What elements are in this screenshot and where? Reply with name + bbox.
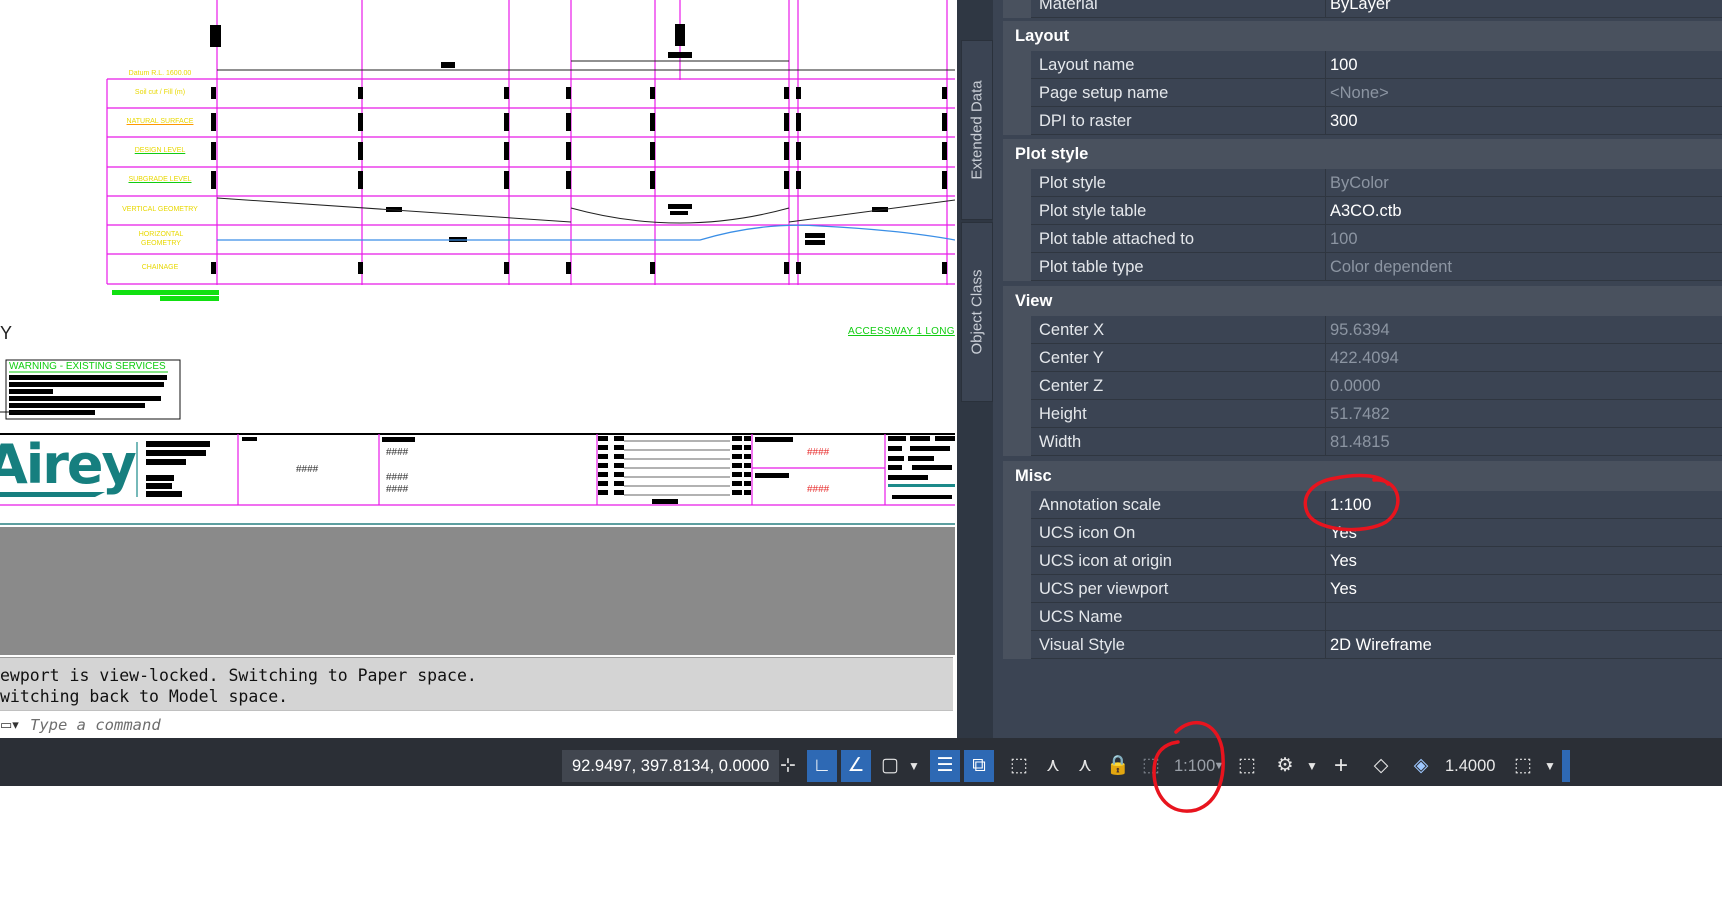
property-row-ucs-icon-at-origin[interactable]: UCS icon at origin Yes [1031, 547, 1722, 575]
property-row-center-x[interactable]: Center X 95.6394 [1031, 316, 1722, 344]
property-row-height[interactable]: Height 51.7482 [1031, 400, 1722, 428]
property-row-page-setup-name[interactable]: Page setup name <None> [1031, 79, 1722, 107]
selection-cycling-icon[interactable]: ⬚ [1004, 750, 1034, 782]
property-row-visual-style[interactable]: Visual Style 2D Wireframe [1031, 631, 1722, 659]
row-label-cut-fill: Soil cut / Fill (m) [134, 89, 186, 96]
annotation-scale-dropdown[interactable]: 1:100 [1174, 750, 1215, 782]
title-block-field: #### [296, 464, 319, 475]
lock-icon[interactable]: 🔒 [1103, 750, 1133, 782]
command-history-line: ewport is view-locked. Switching to Pape… [0, 666, 477, 685]
property-row-plot-style[interactable]: Plot style ByColor [1031, 169, 1722, 197]
command-history: ewport is view-locked. Switching to Pape… [0, 657, 953, 710]
property-row-center-z[interactable]: Center Z 0.0000 [1031, 372, 1722, 400]
command-placeholder: Type a command [30, 716, 161, 734]
property-row-layout-name[interactable]: Layout name 100 [1031, 51, 1722, 79]
company-logo: Airey [0, 433, 137, 496]
tab-extended-data[interactable]: Extended Data [961, 40, 993, 220]
property-row-plot-table-attached-to[interactable]: Plot table attached to 100 [1031, 225, 1722, 253]
maximize-viewport-icon[interactable]: ⬚ [1232, 750, 1262, 782]
tab-object-class[interactable]: Object Class [961, 222, 993, 402]
property-row-annotation-scale[interactable]: Annotation scale 1:100 [1031, 491, 1722, 519]
chevron-down-icon[interactable]: ▼ [1540, 750, 1560, 782]
auto-scale-icon[interactable]: ⋏ [1070, 750, 1100, 782]
property-row-plot-table-type[interactable]: Plot table type Color dependent [1031, 253, 1722, 281]
lineweight-icon[interactable]: ☰ [930, 750, 960, 782]
chevron-down-icon[interactable]: ▼ [1302, 750, 1322, 782]
gear-icon[interactable]: ⚙ [1270, 750, 1300, 782]
row-label-design-level: DESIGN LEVEL [134, 147, 186, 154]
ortho-mode-icon[interactable]: ∟ [807, 750, 837, 782]
warning-title: WARNING - EXISTING SERVICES [9, 361, 166, 372]
layers-icon[interactable]: ◈ [1406, 750, 1436, 782]
row-label-datum: Datum R.L. 1600.00 [128, 70, 192, 77]
property-row-width[interactable]: Width 81.4815 [1031, 428, 1722, 456]
property-row-plot-style-table[interactable]: Plot style table A3CO.ctb [1031, 197, 1722, 225]
annotation-visibility-icon[interactable]: ⋏ [1038, 750, 1068, 782]
palette-side-tabs: Extended Data Object Class [957, 0, 993, 738]
isometric-drafting-icon[interactable]: ▢ [875, 750, 905, 782]
infer-constraints-icon[interactable]: ⊹ [773, 750, 803, 782]
title-block-field-red: #### [807, 484, 830, 495]
desktop-background [0, 786, 1722, 898]
property-row-material[interactable]: Material ByLayer [1031, 0, 1722, 18]
property-row-ucs-per-viewport[interactable]: UCS per viewport Yes [1031, 575, 1722, 603]
drawing-canvas[interactable]: Y Datum R.L. 1600.00 Soil cut / Fill (m)… [0, 0, 955, 525]
section-view[interactable]: View [1003, 286, 1722, 316]
row-label-chainage: CHAINAGE [141, 264, 179, 271]
title-block-field: #### [386, 472, 409, 483]
property-row-center-y[interactable]: Center Y 422.4094 [1031, 344, 1722, 372]
title-block-field-red: #### [807, 447, 830, 458]
status-bar: 92.9497, 397.8134, 0.0000 ⊹ ∟ ∠ ▢ ▼ ☰ ⧉ … [0, 746, 1722, 786]
accessway-title: ACCESSWAY 1 LONG [848, 326, 955, 337]
tag-icon[interactable]: ⬚ [1508, 750, 1538, 782]
chevron-down-icon[interactable]: ▼ [1211, 750, 1227, 782]
row-label-vertical-geometry: VERTICAL GEOMETRY [122, 206, 198, 213]
paper-background [0, 525, 955, 655]
title-block-field: #### [386, 447, 409, 458]
property-row-ucs-icon-on[interactable]: UCS icon On Yes [1031, 519, 1722, 547]
row-label-natural-surface: NATURAL SURFACE [126, 118, 194, 125]
transparency-icon[interactable]: ⧉ [964, 750, 994, 782]
coordinates-readout[interactable]: 92.9497, 397.8134, 0.0000 [562, 750, 780, 782]
polar-tracking-icon[interactable]: ∠ [841, 750, 871, 782]
command-menu-icon[interactable]: ▭▾ [0, 717, 19, 733]
plus-icon[interactable]: + [1326, 750, 1356, 782]
property-row-dpi-to-raster[interactable]: DPI to raster 300 [1031, 107, 1722, 135]
command-history-line: witching back to Model space. [0, 687, 289, 706]
command-input[interactable]: ▭▾ Type a command [0, 710, 953, 739]
statusbar-spacer [0, 738, 1722, 746]
y-axis-letter: Y [0, 323, 13, 343]
chevron-down-icon[interactable]: ▼ [904, 750, 924, 782]
row-label-horizontal-geometry: HORIZONTAL GEOMETRY [138, 231, 184, 247]
title-block-field: #### [386, 484, 409, 495]
property-row-ucs-name[interactable]: UCS Name [1031, 603, 1722, 631]
lineweight-value[interactable]: 1.4000 [1445, 750, 1495, 782]
section-layout[interactable]: Layout [1003, 21, 1722, 51]
row-label-subgrade-level: SUBGRADE LEVEL [128, 176, 192, 183]
section-misc[interactable]: Misc [1003, 461, 1722, 491]
viewport-scale-icon[interactable]: ⬚ [1136, 750, 1166, 782]
customize-button[interactable] [1562, 750, 1570, 782]
section-plot-style[interactable]: Plot style [1003, 139, 1722, 169]
isolate-objects-icon[interactable]: ◇ [1366, 750, 1396, 782]
properties-palette: Extended Data Object Class Material ByLa… [957, 0, 1722, 738]
